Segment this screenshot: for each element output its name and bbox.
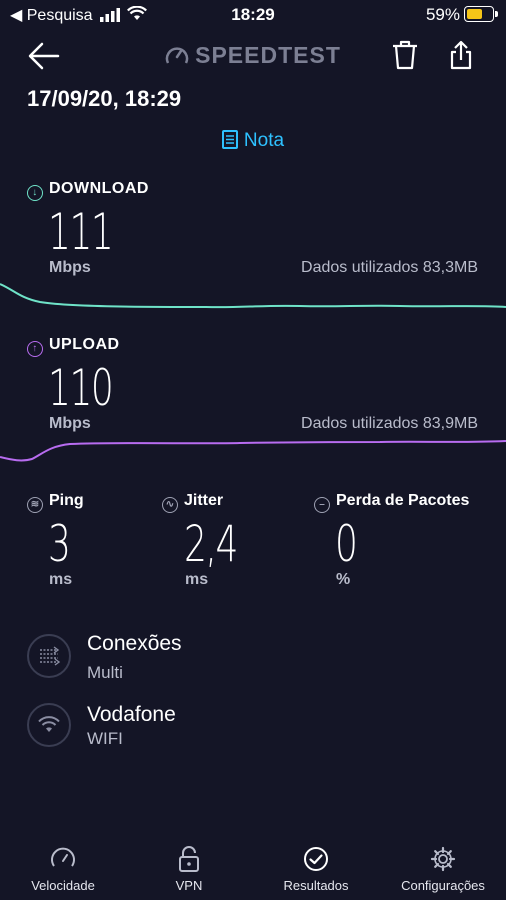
tab-configuracoes-label: Configurações <box>401 878 485 893</box>
download-data-used: Dados utilizados 83,3MB <box>301 259 478 276</box>
tab-configuracoes[interactable]: Configurações <box>380 846 506 893</box>
network-provider: Vodafone <box>87 703 176 726</box>
jitter-unit: ms <box>185 571 209 588</box>
connections-icon <box>27 634 71 678</box>
speedometer-icon <box>51 847 75 867</box>
upload-graph-line <box>0 440 506 462</box>
download-label: DOWNLOAD <box>49 180 149 197</box>
note-button[interactable]: Nota <box>0 130 506 155</box>
packet-loss-unit: % <box>336 571 351 588</box>
jitter-label: Jitter <box>184 492 224 509</box>
lock-icon <box>179 846 199 872</box>
download-graph-line <box>0 283 506 309</box>
download-speed-value: 111 <box>48 203 114 261</box>
note-label: Nota <box>243 130 285 151</box>
upload-label: UPLOAD <box>49 336 120 353</box>
packet-loss-icon: – <box>314 497 330 513</box>
download-speed-graph <box>0 283 506 309</box>
tab-vpn[interactable]: VPN <box>126 846 252 893</box>
gear-icon <box>430 846 456 872</box>
ping-value: 3 <box>48 515 71 573</box>
checkmark-circle-icon <box>304 847 328 871</box>
network-type: WIFI <box>87 729 123 748</box>
note-icon <box>221 130 238 155</box>
jitter-icon: ∿ <box>162 497 178 513</box>
packet-loss-header: – Perda de Pacotes <box>314 492 469 513</box>
delete-button[interactable] <box>392 40 418 75</box>
upload-unit: Mbps <box>49 415 91 432</box>
brand-name: SPEEDTEST <box>195 42 341 68</box>
upload-speed-value: 110 <box>48 359 114 417</box>
share-icon <box>450 40 472 70</box>
battery-tip <box>495 11 498 17</box>
packet-loss-value: 0 <box>335 515 358 573</box>
tab-velocidade[interactable]: Velocidade <box>0 846 126 893</box>
connections-value: Multi <box>87 663 123 682</box>
upload-arrow-icon: ↑ <box>27 341 43 357</box>
ping-header: ≋ Ping <box>27 492 84 513</box>
connections-title: Conexões <box>87 632 182 655</box>
ping-unit: ms <box>49 571 73 588</box>
download-header: ↓ DOWNLOAD <box>27 180 149 201</box>
ping-icon: ≋ <box>27 497 43 513</box>
trash-icon <box>393 40 417 70</box>
download-unit: Mbps <box>49 259 91 276</box>
upload-speed-graph <box>0 440 506 462</box>
app-brand: SPEEDTEST <box>0 42 506 72</box>
tab-velocidade-label: Velocidade <box>31 878 95 893</box>
packet-loss-label: Perda de Pacotes <box>336 492 470 509</box>
upload-header: ↑ UPLOAD <box>27 336 120 357</box>
ping-label: Ping <box>49 492 84 509</box>
jitter-value: 2,4 <box>184 515 238 573</box>
jitter-header: ∿ Jitter <box>162 492 223 513</box>
battery-percent: 59% <box>425 5 460 24</box>
tab-resultados-label: Resultados <box>283 878 349 893</box>
status-bar: ◀ Pesquisa 18:29 59% <box>0 0 506 30</box>
result-date: 17/09/20, 18:29 <box>27 86 182 111</box>
tab-resultados[interactable]: Resultados <box>253 846 379 893</box>
upload-data-used: Dados utilizados 83,9MB <box>301 415 478 432</box>
tab-vpn-label: VPN <box>175 878 203 893</box>
share-button[interactable] <box>450 40 472 75</box>
network-wifi-icon <box>27 703 71 747</box>
speedtest-logo-icon <box>165 44 189 72</box>
battery-icon <box>464 6 494 22</box>
download-arrow-icon: ↓ <box>27 185 43 201</box>
